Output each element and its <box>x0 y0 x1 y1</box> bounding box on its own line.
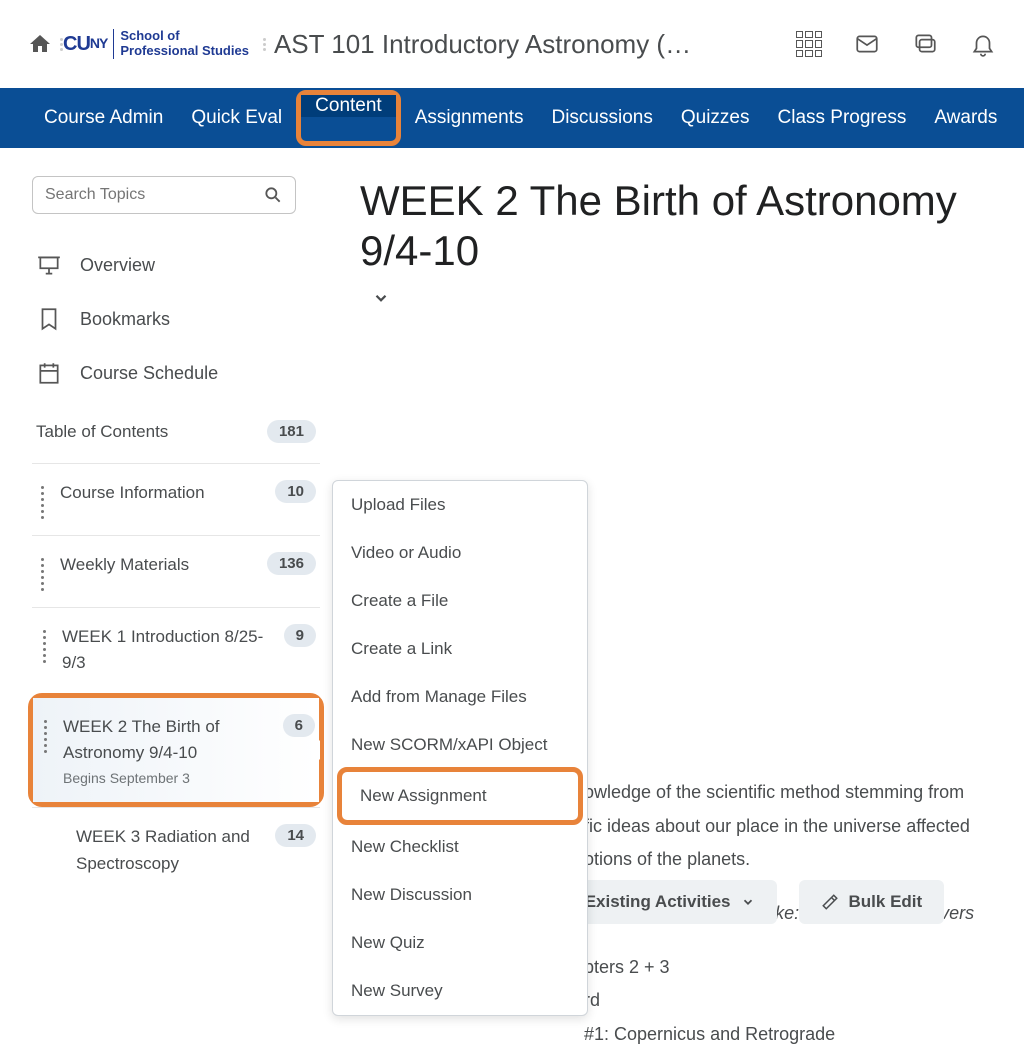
nav-class-progress[interactable]: Class Progress <box>764 88 921 148</box>
apps-icon[interactable] <box>796 31 822 57</box>
sidebar-overview[interactable]: Overview <box>32 238 320 292</box>
main-content: WEEK 2 The Birth of Astronomy 9/4-10 owl… <box>332 148 1024 950</box>
drag-handle-icon[interactable] <box>39 720 51 753</box>
search-input[interactable] <box>45 186 263 204</box>
sidebar-item-week3[interactable]: WEEK 3 Radiation and Spectroscopy14 <box>32 807 320 893</box>
bulk-edit-button[interactable]: Bulk Edit <box>799 880 945 924</box>
menu-add-from-manage[interactable]: Add from Manage Files <box>333 673 587 721</box>
page-title: WEEK 2 The Birth of Astronomy 9/4-10 <box>360 176 1024 277</box>
home-icon[interactable] <box>28 32 52 56</box>
chat-icon[interactable] <box>912 31 938 57</box>
bell-icon[interactable] <box>970 31 996 57</box>
divider-icon <box>263 38 266 51</box>
nav-awards[interactable]: Awards <box>920 88 1011 148</box>
nav-quizzes[interactable]: Quizzes <box>667 88 764 148</box>
sidebar: Overview Bookmarks Course Schedule Table… <box>0 148 332 950</box>
pencil-icon <box>821 893 839 911</box>
chevron-down-icon <box>372 289 390 307</box>
existing-activities-button[interactable]: Existing Activities <box>563 880 777 924</box>
drag-handle-icon[interactable] <box>38 630 50 663</box>
logo[interactable]: CUNY School of Professional Studies <box>63 29 249 59</box>
projector-icon <box>36 252 62 278</box>
nav-content[interactable]: Content <box>301 95 396 117</box>
nav-discussions[interactable]: Discussions <box>537 88 666 148</box>
search-icon[interactable] <box>263 185 283 205</box>
menu-new-discussion[interactable]: New Discussion <box>333 871 587 919</box>
nav-course-admin[interactable]: Course Admin <box>30 88 177 148</box>
sidebar-schedule[interactable]: Course Schedule <box>32 346 320 400</box>
mail-icon[interactable] <box>854 31 880 57</box>
search-box[interactable] <box>32 176 296 214</box>
toc-header[interactable]: Table of Contents 181 <box>32 400 320 463</box>
navbar: Course Admin Quick Eval Content Assignme… <box>0 88 1024 148</box>
chevron-down-icon <box>741 895 755 909</box>
menu-new-assignment[interactable]: New Assignment <box>342 772 578 820</box>
menu-new-checklist[interactable]: New Checklist <box>333 823 587 871</box>
sidebar-bookmarks[interactable]: Bookmarks <box>32 292 320 346</box>
menu-upload-files[interactable]: Upload Files <box>333 481 587 529</box>
drag-handle-icon[interactable] <box>36 558 48 591</box>
sidebar-item-course-info[interactable]: Course Information10 <box>32 463 320 535</box>
collapse-button[interactable] <box>372 289 1024 312</box>
menu-new-scorm[interactable]: New SCORM/xAPI Object <box>333 721 587 769</box>
menu-create-file[interactable]: Create a File <box>333 577 587 625</box>
top-header: CUNY School of Professional Studies AST … <box>0 0 1024 88</box>
toc-count-badge: 181 <box>267 420 316 443</box>
bookmark-icon <box>36 306 62 332</box>
menu-new-quiz[interactable]: New Quiz <box>333 919 587 967</box>
nav-assignments[interactable]: Assignments <box>401 88 538 148</box>
sidebar-item-week2[interactable]: WEEK 2 The Birth of Astronomy 9/4-10 Beg… <box>33 698 319 803</box>
menu-create-link[interactable]: Create a Link <box>333 625 587 673</box>
calendar-icon <box>36 360 62 386</box>
drag-handle-icon[interactable] <box>36 486 48 519</box>
nav-quick-eval[interactable]: Quick Eval <box>177 88 296 148</box>
course-title[interactable]: AST 101 Introductory Astronomy (… <box>274 29 796 60</box>
upload-create-menu: Upload Files Video or Audio Create a Fil… <box>332 480 588 1016</box>
menu-video-audio[interactable]: Video or Audio <box>333 529 587 577</box>
sidebar-item-week1[interactable]: WEEK 1 Introduction 8/25-9/39 <box>32 607 320 693</box>
menu-new-survey[interactable]: New Survey <box>333 967 587 1015</box>
nav-more[interactable]: Gr <box>1011 88 1024 148</box>
sidebar-item-weekly-materials[interactable]: Weekly Materials136 <box>32 535 320 607</box>
